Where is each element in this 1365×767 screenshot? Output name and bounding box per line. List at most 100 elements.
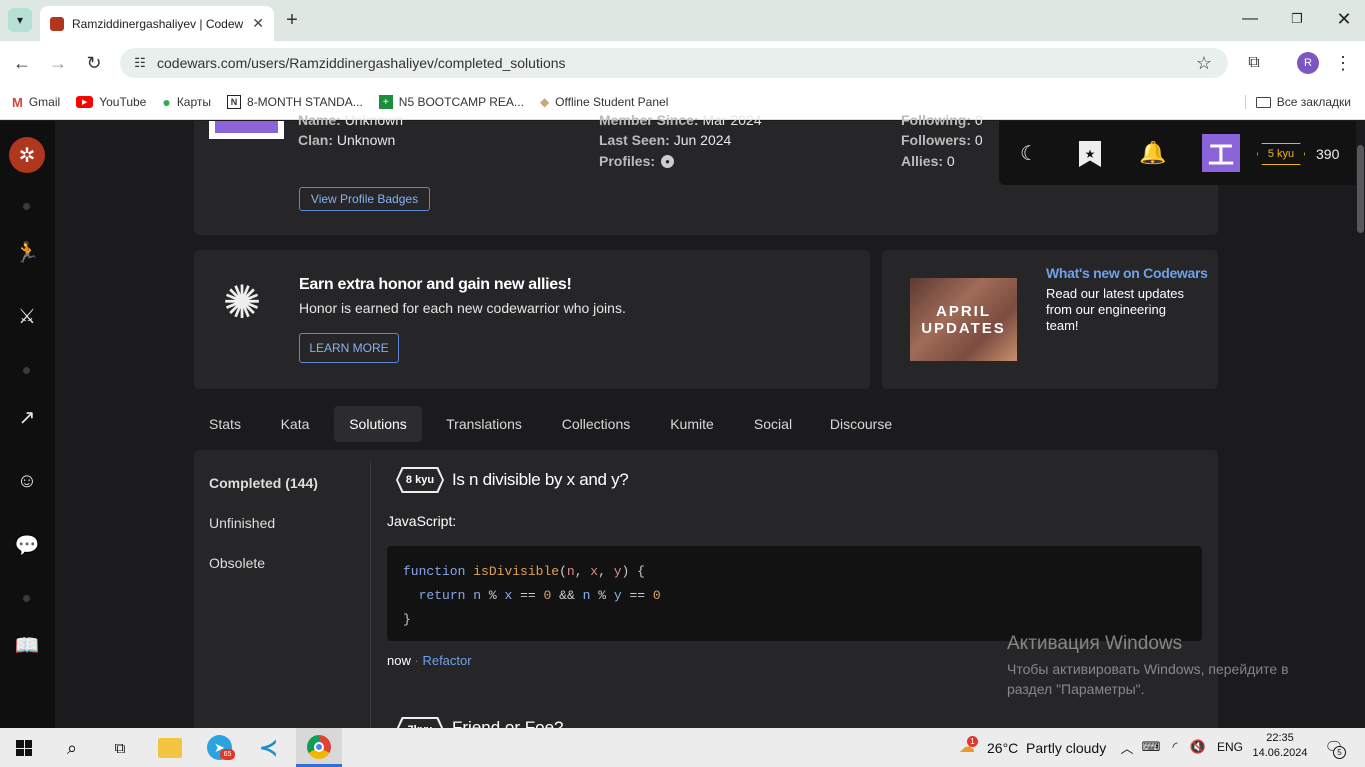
telegram-icon[interactable]: ➤ 65 [207, 735, 235, 760]
minimize-button[interactable]: — [1240, 8, 1260, 30]
chrome-taskbar-button[interactable] [296, 728, 342, 767]
filter-unfinished[interactable]: Unfinished [209, 515, 275, 531]
volume-muted-icon[interactable]: 🔇 [1189, 738, 1207, 756]
bookmark-bootcamp[interactable]: + N5 BOOTCAMP REA... [378, 95, 524, 109]
tab-close-icon[interactable]: ✕ [252, 15, 264, 32]
tab-solutions[interactable]: Solutions [334, 406, 422, 442]
member-since-row: Member Since: Mar 2024 [599, 112, 762, 128]
next-kata-title-link[interactable]: Friend or Foe? [452, 718, 564, 728]
kyu-badge: 8 kyu [396, 467, 444, 493]
practice-icon[interactable]: ⚔ [14, 303, 40, 329]
bookmark-maps[interactable]: ● Карты [162, 94, 211, 110]
bookmarks-icon[interactable]: ★ [1079, 141, 1101, 167]
close-window-button[interactable]: ✕ [1334, 8, 1354, 30]
docs-book-icon[interactable]: 📖 [14, 632, 40, 658]
address-bar[interactable]: ☷ codewars.com/users/Ramziddinergashaliy… [120, 48, 1228, 78]
tab-collections[interactable]: Collections [549, 406, 643, 442]
network-star-icon: ✺ [222, 276, 262, 328]
next-solution-row: 7kyu Friend or Foe? [394, 716, 794, 728]
maps-icon: ● [162, 94, 171, 110]
notification-count: 5 [1333, 746, 1346, 759]
training-icon[interactable]: 🏃 [14, 239, 40, 265]
codewars-logo-icon[interactable]: ✲ [9, 137, 45, 173]
filter-obsolete[interactable]: Obsolete [209, 555, 265, 571]
extensions-button[interactable]: ⧉ [1243, 52, 1265, 74]
kata-title-link[interactable]: Is n divisible by x and y? [452, 470, 629, 490]
whats-new-text: Read our latest updates from our enginee… [1046, 286, 1185, 333]
tab-search-button[interactable]: ▾ [8, 8, 32, 32]
diamond-icon: ◆ [539, 95, 550, 109]
bookmark-gmail[interactable]: M Gmail [12, 95, 60, 110]
codewars-favicon-icon [50, 16, 64, 31]
sheets-icon: + [378, 95, 393, 109]
file-explorer-icon[interactable] [158, 738, 182, 758]
meet-now-icon[interactable]: ⌨ [1142, 738, 1161, 756]
discord-icon[interactable]: ☺ [14, 468, 40, 494]
refactor-link[interactable]: Refactor [422, 653, 471, 668]
bookmark-student-panel[interactable]: ◆ Offline Student Panel [540, 95, 668, 109]
following-row: Following: 0 [901, 112, 983, 128]
reload-button[interactable]: ↻ [83, 52, 105, 74]
learn-more-button[interactable]: LEARN MORE [299, 333, 399, 363]
april-updates-image[interactable]: APRIL UPDATES [910, 278, 1017, 361]
windows-taskbar: ⌕ ⧉ ➤ 65 ≺ ☁ 1 26°C Partly cloudy ︿ ⌨ ◜ … [0, 728, 1365, 767]
referral-promo-card: ✺ Earn extra honor and gain new allies! … [194, 250, 870, 389]
weather-badge: 1 [967, 736, 978, 747]
language-indicator[interactable]: ENG [1217, 740, 1243, 754]
tab-stats[interactable]: Stats [196, 406, 254, 442]
browser-menu-button[interactable]: ⋮ [1333, 52, 1353, 74]
rank-badge[interactable]: 5 kyu [1257, 143, 1305, 165]
user-avatar[interactable]: 工 [1202, 134, 1240, 172]
clan-row: Clan: Unknown [298, 132, 396, 148]
github-icon[interactable]: ● [661, 154, 675, 168]
weather-text[interactable]: 26°C Partly cloudy [987, 740, 1106, 756]
vscode-icon[interactable]: ≺ [256, 735, 281, 760]
honor-count: 390 [1316, 146, 1340, 162]
view-profile-badges-button[interactable]: View Profile Badges [299, 187, 430, 211]
network-icon[interactable]: ◜ [1166, 738, 1184, 756]
filter-completed[interactable]: Completed (144) [209, 475, 318, 491]
profile-avatar[interactable]: R [1297, 52, 1319, 74]
tab-kata[interactable]: Kata [269, 406, 321, 442]
folder-icon [1255, 96, 1271, 108]
bookmark-notion[interactable]: N 8-MONTH STANDA... [227, 95, 363, 109]
dark-mode-moon-icon[interactable]: ☾ [1017, 141, 1041, 165]
promo-title: Earn extra honor and gain new allies! [299, 276, 572, 293]
tab-translations[interactable]: Translations [435, 406, 533, 442]
all-bookmarks[interactable]: Все закладки [1244, 95, 1351, 109]
page-scrollbar[interactable] [1356, 121, 1365, 728]
scrollbar-thumb[interactable] [1357, 145, 1364, 233]
notifications-bell-icon[interactable]: 🔔 [1139, 139, 1166, 167]
whats-new-link[interactable]: What's new on Codewars [1046, 265, 1208, 281]
next-kyu-badge: 7kyu [396, 717, 444, 728]
clock[interactable]: 22:35 14.06.2024 [1252, 731, 1308, 761]
tab-social[interactable]: Social [742, 406, 804, 442]
leaderboard-trend-icon[interactable]: ↗ [14, 404, 40, 430]
user-topbar: ☾ ★ 🔔 工 5 kyu 390 [999, 121, 1356, 185]
tab-title: Ramziddinergashaliyev | Codew [72, 16, 244, 31]
browser-tab-active[interactable]: Ramziddinergashaliyev | Codew ✕ [40, 6, 274, 41]
notion-icon: N [227, 95, 242, 109]
site-info-icon[interactable]: ☷ [130, 53, 150, 73]
youtube-icon: ▶ [76, 96, 94, 108]
new-tab-button[interactable]: + [282, 9, 302, 31]
tab-discourse[interactable]: Discourse [818, 406, 904, 442]
chevron-up-icon[interactable]: ︿ [1118, 738, 1136, 756]
start-button[interactable] [16, 740, 32, 756]
codewars-sidebar: ✲ 🏃 ⚔ ↗ ☺ 💬 📖 [0, 121, 55, 728]
forward-button[interactable]: → [47, 52, 69, 74]
bookmark-youtube[interactable]: ▶ YouTube [76, 95, 146, 109]
tab-kumite[interactable]: Kumite [658, 406, 726, 442]
task-view-icon[interactable]: ⧉ [108, 736, 132, 760]
telegram-badge: 65 [220, 749, 235, 760]
restore-button[interactable]: ❐ [1287, 9, 1307, 29]
gmail-icon: M [12, 94, 23, 110]
chat-icon[interactable]: 💬 [14, 532, 40, 558]
bookmark-star-icon[interactable]: ☆ [1194, 53, 1214, 73]
avatar [209, 121, 284, 139]
back-button[interactable]: ← [11, 52, 33, 74]
search-icon[interactable]: ⌕ [60, 736, 84, 760]
promo-text: Honor is earned for each new codewarrior… [299, 300, 626, 316]
name-row: Name: Unknown [298, 112, 404, 128]
code-block[interactable]: function isDivisible(n, x, y) { return n… [387, 546, 1202, 641]
